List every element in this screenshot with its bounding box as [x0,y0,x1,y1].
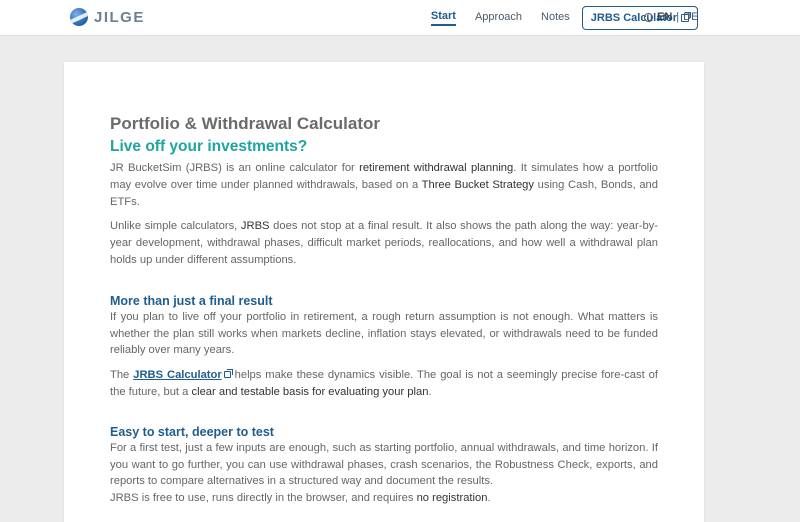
article-content: Portfolio & Withdrawal Calculator Live o… [110,114,658,507]
language-separator: | [676,11,680,23]
page-title: Portfolio & Withdrawal Calculator [110,114,380,133]
jrbs-calculator-link[interactable]: JRBS Calculator [133,369,233,381]
language-switcher: EN | DE [644,11,698,23]
site-logo[interactable]: JILGE [70,8,145,26]
language-de[interactable]: DE [683,11,698,23]
section-heading-final-result: More than just a final result [110,293,273,308]
top-navigation-bar: JILGE Start Approach Notes JRBS Calculat… [0,0,800,36]
logo-globe-icon [70,8,88,26]
language-en[interactable]: EN [657,11,672,23]
free-usage-paragraph: JRBS is free to use, runs directly in th… [110,492,491,505]
calculator-paragraph: The JRBS Calculator helps make these dyn… [110,369,658,398]
globe-icon [644,12,653,22]
final-result-paragraph: If you plan to live off your portfolio i… [110,310,658,357]
logo-text: JILGE [94,8,145,26]
comparison-paragraph: Unlike simple calculators, JRBS does not… [110,220,658,266]
section-heading-easy-start: Easy to start, deeper to test [110,424,274,439]
nav-link-notes[interactable]: Notes [541,11,570,25]
intro-paragraph: JR BucketSim (JRBS) is an online calcula… [110,162,659,208]
nav-link-approach[interactable]: Approach [475,11,522,25]
easy-start-paragraph: For a first test, just a few inputs are … [110,441,658,488]
external-link-icon [223,369,233,379]
content-card: Portfolio & Withdrawal Calculator Live o… [64,62,704,522]
page-subtitle: Live off your investments? [110,138,308,155]
nav-link-start[interactable]: Start [430,10,456,26]
